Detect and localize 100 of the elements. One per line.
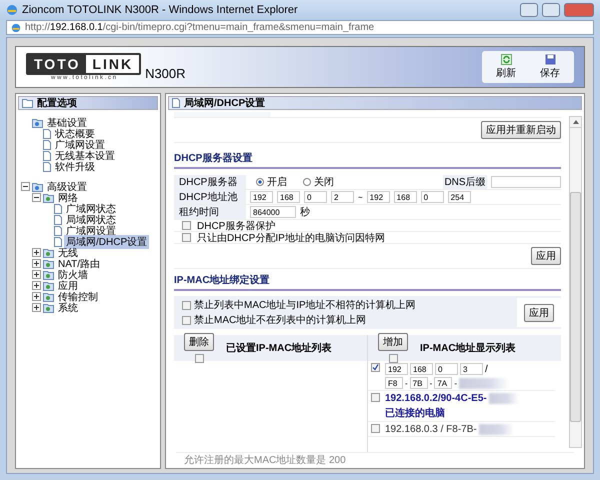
field-label: DHCP地址池	[174, 190, 246, 204]
scrollbar-thumb[interactable]	[570, 192, 581, 422]
tree-item[interactable]: 无线基本设置	[53, 148, 117, 162]
device-note: 已连接的电脑	[385, 406, 446, 420]
radio-option[interactable]: 开启	[256, 175, 287, 189]
refresh-button[interactable]: 刷新	[488, 54, 524, 80]
checkbox[interactable]	[182, 300, 191, 310]
ip-octet-field[interactable]: 168	[410, 363, 433, 375]
folder-icon	[32, 182, 43, 192]
blurred-region	[488, 393, 519, 404]
plus-icon[interactable]	[32, 270, 41, 279]
tree-item[interactable]: 局域网/DHCP设置	[64, 234, 150, 248]
tree-item[interactable]: 广域网状态	[64, 202, 118, 216]
model-name: N300R	[145, 66, 187, 81]
add-button[interactable]: 增加	[378, 333, 408, 351]
plus-icon[interactable]	[32, 281, 41, 290]
up-arrow-icon	[572, 120, 578, 124]
apply-button[interactable]: 应用	[531, 247, 561, 265]
panel-title: 配置选项	[37, 96, 77, 110]
blurred-region	[478, 424, 514, 435]
radio-option[interactable]: 关闭	[303, 175, 334, 189]
folder-icon	[43, 192, 54, 202]
ip-octet-field[interactable]: 2	[331, 191, 354, 203]
ip-octet-field[interactable]: 0	[435, 363, 458, 375]
refresh-icon	[500, 54, 512, 65]
unit-label: 秒	[300, 206, 310, 219]
mac-byte-field[interactable]: 7B	[410, 377, 428, 389]
maximize-button[interactable]	[542, 3, 560, 17]
blurred-region	[459, 378, 510, 388]
tree-item[interactable]: 广域网设置	[64, 224, 118, 238]
folder-icon	[43, 302, 54, 312]
tree-item[interactable]: 传输控制	[56, 290, 100, 304]
tree-item[interactable]: 网络	[56, 190, 80, 204]
save-button[interactable]: 保存	[532, 54, 568, 80]
tree-item[interactable]: 基础设置	[45, 116, 89, 130]
plus-icon[interactable]	[32, 292, 41, 301]
tree-item[interactable]: 局域网状态	[64, 212, 118, 226]
checkbox[interactable]	[388, 354, 398, 363]
ip-octet-field[interactable]: 0	[420, 191, 444, 203]
tree-item[interactable]: 应用	[56, 278, 80, 292]
page-icon	[172, 98, 180, 108]
apply-button[interactable]: 应用	[524, 304, 554, 322]
dns-suffix-field[interactable]	[491, 176, 561, 188]
delete-button[interactable]: 删除	[184, 333, 214, 351]
tree-item[interactable]: 无线	[56, 246, 80, 260]
plus-icon[interactable]	[32, 248, 41, 257]
tree-item[interactable]: 高级设置	[45, 180, 89, 194]
ip-octet-field[interactable]: 0	[304, 191, 327, 203]
minimize-button[interactable]	[520, 3, 538, 17]
plus-icon[interactable]	[32, 303, 41, 312]
ip-octet-field[interactable]: 168	[277, 191, 300, 203]
ip-octet-field[interactable]: 3	[460, 363, 483, 375]
ip-octet-field[interactable]: 192	[250, 191, 273, 203]
section-heading: DHCP服务器设置	[174, 151, 561, 169]
footer-note: 允许注册的最大MAC地址数量是 200	[184, 454, 346, 466]
tree-item[interactable]: 软件升级	[53, 160, 97, 174]
checkbox-option[interactable]: 禁止列表中MAC地址与IP地址不相符的计算机上网	[174, 298, 517, 312]
section-heading: IP-MAC地址绑定设置	[174, 273, 561, 291]
browser-icon	[11, 22, 21, 32]
tree-item[interactable]: 防火墙	[56, 268, 90, 282]
page-title: 局域网/DHCP设置	[184, 96, 266, 110]
slash-separator: /	[485, 364, 488, 374]
folder-icon	[43, 292, 54, 302]
ip-octet-field[interactable]: 192	[385, 363, 408, 375]
checkbox[interactable]	[371, 424, 380, 433]
plus-icon[interactable]	[32, 259, 41, 268]
folder-icon	[43, 258, 54, 268]
mac-separator: -	[405, 378, 408, 388]
field-label: DHCP服务器	[174, 175, 246, 189]
checkbox-option[interactable]: 只让由DHCP分配IP地址的电脑访问因特网	[174, 232, 561, 244]
field-label: 租约时间	[174, 205, 246, 219]
folder-icon	[43, 248, 54, 258]
checkbox[interactable]	[182, 316, 191, 324]
minus-icon[interactable]	[21, 182, 30, 191]
tree-item[interactable]: 系统	[56, 300, 80, 314]
checkbox[interactable]	[182, 233, 191, 242]
apply-restart-button[interactable]: 应用并重新启动	[481, 121, 561, 139]
checkbox[interactable]	[371, 363, 380, 372]
range-separator: ~	[358, 192, 363, 202]
mac-byte-field[interactable]: 7A	[434, 377, 452, 389]
folder-icon	[43, 280, 54, 290]
checkbox[interactable]	[194, 354, 204, 363]
minus-icon[interactable]	[32, 193, 41, 202]
checkbox-option[interactable]: 禁止MAC地址不在列表中的计算机上网	[174, 313, 517, 327]
mac-byte-field[interactable]: F8	[385, 377, 403, 389]
folder-icon	[32, 118, 43, 128]
address-bar[interactable]: http://192.168.0.1/cgi-bin/timepro.cgi?tmenu=main_frame&smenu=main_frame	[6, 20, 594, 35]
device-entry: 192.168.0.2/90-4C-E5-	[385, 393, 487, 404]
checkbox-option[interactable]: DHCP服务器保护	[174, 220, 561, 232]
window-title: Zioncom TOTOLINK N300R - Windows Internet Explorer	[22, 4, 299, 16]
mac-separator: -	[430, 378, 432, 388]
ip-octet-field[interactable]: 168	[394, 191, 417, 203]
tree-item[interactable]: 广域网设置	[53, 138, 107, 152]
tree-item[interactable]: 状态概要	[53, 126, 97, 140]
checkbox[interactable]	[182, 221, 191, 230]
lease-time-field[interactable]: 864000	[250, 206, 296, 218]
ip-octet-field[interactable]: 192	[366, 191, 390, 203]
tree-item[interactable]: NAT/路由	[56, 256, 102, 270]
checkbox[interactable]	[371, 393, 380, 402]
ip-octet-field[interactable]: 254	[448, 191, 471, 203]
